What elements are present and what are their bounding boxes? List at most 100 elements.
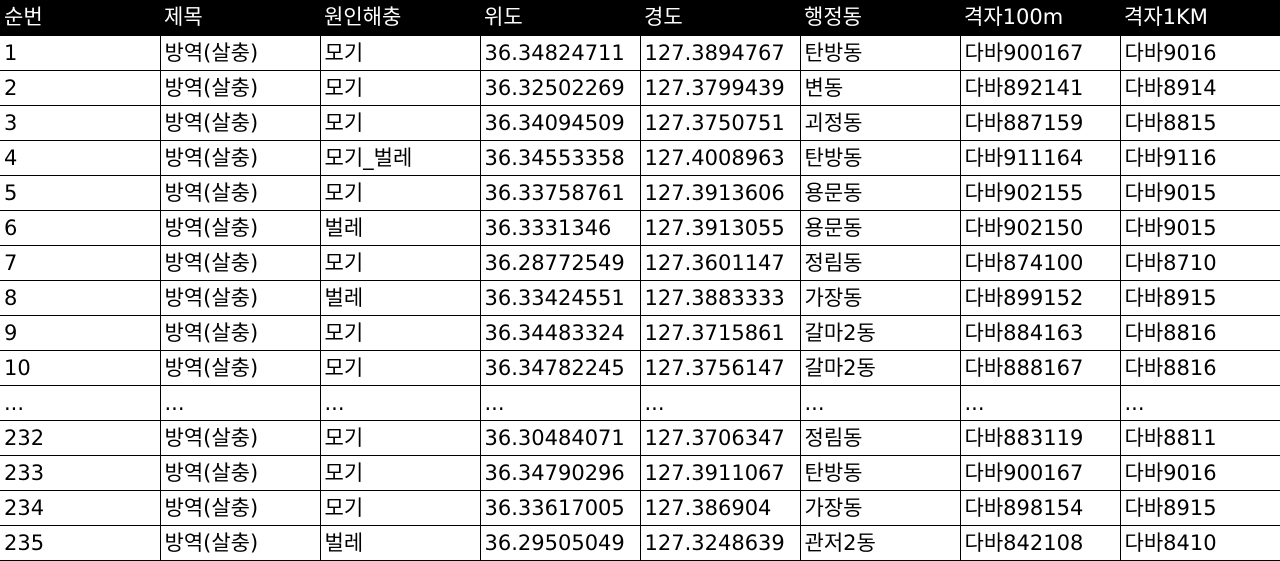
cell-latitude: 36.34483324	[479, 315, 641, 351]
cell-title: 방역(살충)	[159, 210, 321, 246]
cell-title: 방역(살충)	[159, 350, 321, 386]
cell-longitude: 127.3756147	[639, 350, 801, 386]
cell-pest: 모기	[319, 490, 481, 526]
cell-latitude: 36.29505049	[479, 525, 641, 561]
cell-title: 방역(살충)	[159, 280, 321, 316]
cell-district: 정림동	[799, 245, 961, 281]
cell-grid-100m: 다바842108	[959, 525, 1121, 561]
cell-title: 방역(살충)	[159, 315, 321, 351]
cell-grid-100m: 다바883119	[959, 420, 1121, 456]
cell-title: 방역(살충)	[159, 140, 321, 176]
cell-pest: 모기	[319, 350, 481, 386]
header-row: 순번 제목 원인해충 위도 경도 행정동 격자100m 격자1KM	[0, 0, 1280, 36]
table-row: 5 방역(살충) 모기 36.33758761 127.3913606 용문동 다바9021…	[0, 175, 1280, 211]
cell-grid-1km: 다바9116	[1119, 140, 1280, 176]
cell-grid-1km: 다바8815	[1119, 105, 1280, 141]
cell-grid-1km: 다바8816	[1119, 350, 1280, 386]
cell-title: 방역(살충)	[159, 35, 321, 71]
cell-grid-1km: 다바9015	[1119, 210, 1280, 246]
cell-longitude: 127.3706347	[639, 420, 801, 456]
header-seq: 순번	[0, 0, 160, 36]
cell-district: 용문동	[799, 210, 961, 246]
cell-latitude: 36.28772549	[479, 245, 641, 281]
cell-pest: 모기	[319, 35, 481, 71]
table-row: 10 방역(살충) 모기 36.34782245 127.3756147 갈마2동 다바88…	[0, 350, 1280, 386]
table-row: 233 방역(살충) 모기 36.34790296 127.3911067 탄방동 다바90…	[0, 455, 1280, 491]
cell-grid-1km: 다바8914	[1119, 70, 1280, 106]
cell-title: 방역(살충)	[159, 245, 321, 281]
cell-district: 탄방동	[799, 455, 961, 491]
table-row: 3 방역(살충) 모기 36.34094509 127.3750751 괴정동 다바8871…	[0, 105, 1280, 141]
cell-grid-1km: 다바9016	[1119, 35, 1280, 71]
cell-title: ...	[159, 385, 321, 421]
cell-grid-100m: 다바888167	[959, 350, 1121, 386]
cell-grid-1km: 다바9016	[1119, 455, 1280, 491]
cell-seq: 1	[0, 35, 161, 71]
cell-grid-100m: 다바900167	[959, 35, 1121, 71]
cell-seq: 232	[0, 420, 161, 456]
cell-pest: 벌레	[319, 210, 481, 246]
cell-longitude: 127.3248639	[639, 525, 801, 561]
cell-grid-100m: 다바911164	[959, 140, 1121, 176]
cell-longitude: 127.3750751	[639, 105, 801, 141]
cell-longitude: 127.4008963	[639, 140, 801, 176]
header-grid-1km: 격자1KM	[1120, 0, 1280, 36]
cell-longitude: 127.3913055	[639, 210, 801, 246]
cell-seq: 6	[0, 210, 161, 246]
cell-pest: 모기	[319, 420, 481, 456]
table-row: 4 방역(살충) 모기_벌레 36.34553358 127.4008963 탄방동 다바9…	[0, 140, 1280, 176]
table-row: 7 방역(살충) 모기 36.28772549 127.3601147 정림동 다바8741…	[0, 245, 1280, 281]
cell-latitude: 36.34824711	[479, 35, 641, 71]
cell-seq: 234	[0, 490, 161, 526]
cell-district: 갈마2동	[799, 350, 961, 386]
cell-grid-1km: 다바8710	[1119, 245, 1280, 281]
cell-district: 용문동	[799, 175, 961, 211]
cell-grid-1km: ...	[1119, 385, 1280, 421]
cell-pest: ...	[319, 385, 481, 421]
cell-grid-100m: 다바899152	[959, 280, 1121, 316]
cell-grid-100m: 다바898154	[959, 490, 1121, 526]
cell-seq: 8	[0, 280, 161, 316]
table-body: 1 방역(살충) 모기 36.34824711 127.3894767 탄방동 다바9001…	[0, 35, 1280, 561]
cell-latitude: 36.3331346	[479, 210, 641, 246]
cell-latitude: 36.34790296	[479, 455, 641, 491]
cell-seq: 3	[0, 105, 161, 141]
cell-seq: 235	[0, 525, 161, 561]
cell-title: 방역(살충)	[159, 105, 321, 141]
table-header: 순번 제목 원인해충 위도 경도 행정동 격자100m 격자1KM	[0, 0, 1280, 36]
cell-title: 방역(살충)	[159, 490, 321, 526]
cell-pest: 모기	[319, 105, 481, 141]
table-row: ........................	[0, 385, 1280, 421]
table-row: 8 방역(살충) 벌레 36.33424551 127.3883333 가장동 다바8991…	[0, 280, 1280, 316]
data-table: 순번 제목 원인해충 위도 경도 행정동 격자100m 격자1KM 1 방역(살충…	[0, 0, 1280, 561]
table-row: 232 방역(살충) 모기 36.30484071 127.3706347 정림동 다바88…	[0, 420, 1280, 456]
cell-grid-100m: 다바902155	[959, 175, 1121, 211]
cell-district: ...	[799, 385, 961, 421]
cell-seq: ...	[0, 385, 161, 421]
cell-grid-1km: 다바8915	[1119, 490, 1280, 526]
cell-latitude: 36.34782245	[479, 350, 641, 386]
cell-latitude: 36.33617005	[479, 490, 641, 526]
cell-latitude: 36.34094509	[479, 105, 641, 141]
cell-pest: 모기	[319, 245, 481, 281]
header-grid-100m: 격자100m	[960, 0, 1120, 36]
cell-latitude: 36.33758761	[479, 175, 641, 211]
cell-pest: 모기	[319, 455, 481, 491]
header-title: 제목	[160, 0, 320, 36]
cell-pest: 모기	[319, 175, 481, 211]
cell-pest: 모기	[319, 70, 481, 106]
cell-title: 방역(살충)	[159, 455, 321, 491]
cell-title: 방역(살충)	[159, 175, 321, 211]
cell-latitude: 36.32502269	[479, 70, 641, 106]
cell-longitude: 127.3911067	[639, 455, 801, 491]
cell-seq: 233	[0, 455, 161, 491]
cell-seq: 9	[0, 315, 161, 351]
cell-grid-100m: 다바884163	[959, 315, 1121, 351]
cell-district: 가장동	[799, 280, 961, 316]
cell-latitude: 36.33424551	[479, 280, 641, 316]
cell-longitude: ...	[639, 385, 801, 421]
table-row: 235 방역(살충) 벌레 36.29505049 127.3248639 관저2동 다바8…	[0, 525, 1280, 561]
cell-seq: 10	[0, 350, 161, 386]
table-row: 9 방역(살충) 모기 36.34483324 127.3715861 갈마2동 다바884…	[0, 315, 1280, 351]
table-row: 2 방역(살충) 모기 36.32502269 127.3799439 변동 다바89214…	[0, 70, 1280, 106]
